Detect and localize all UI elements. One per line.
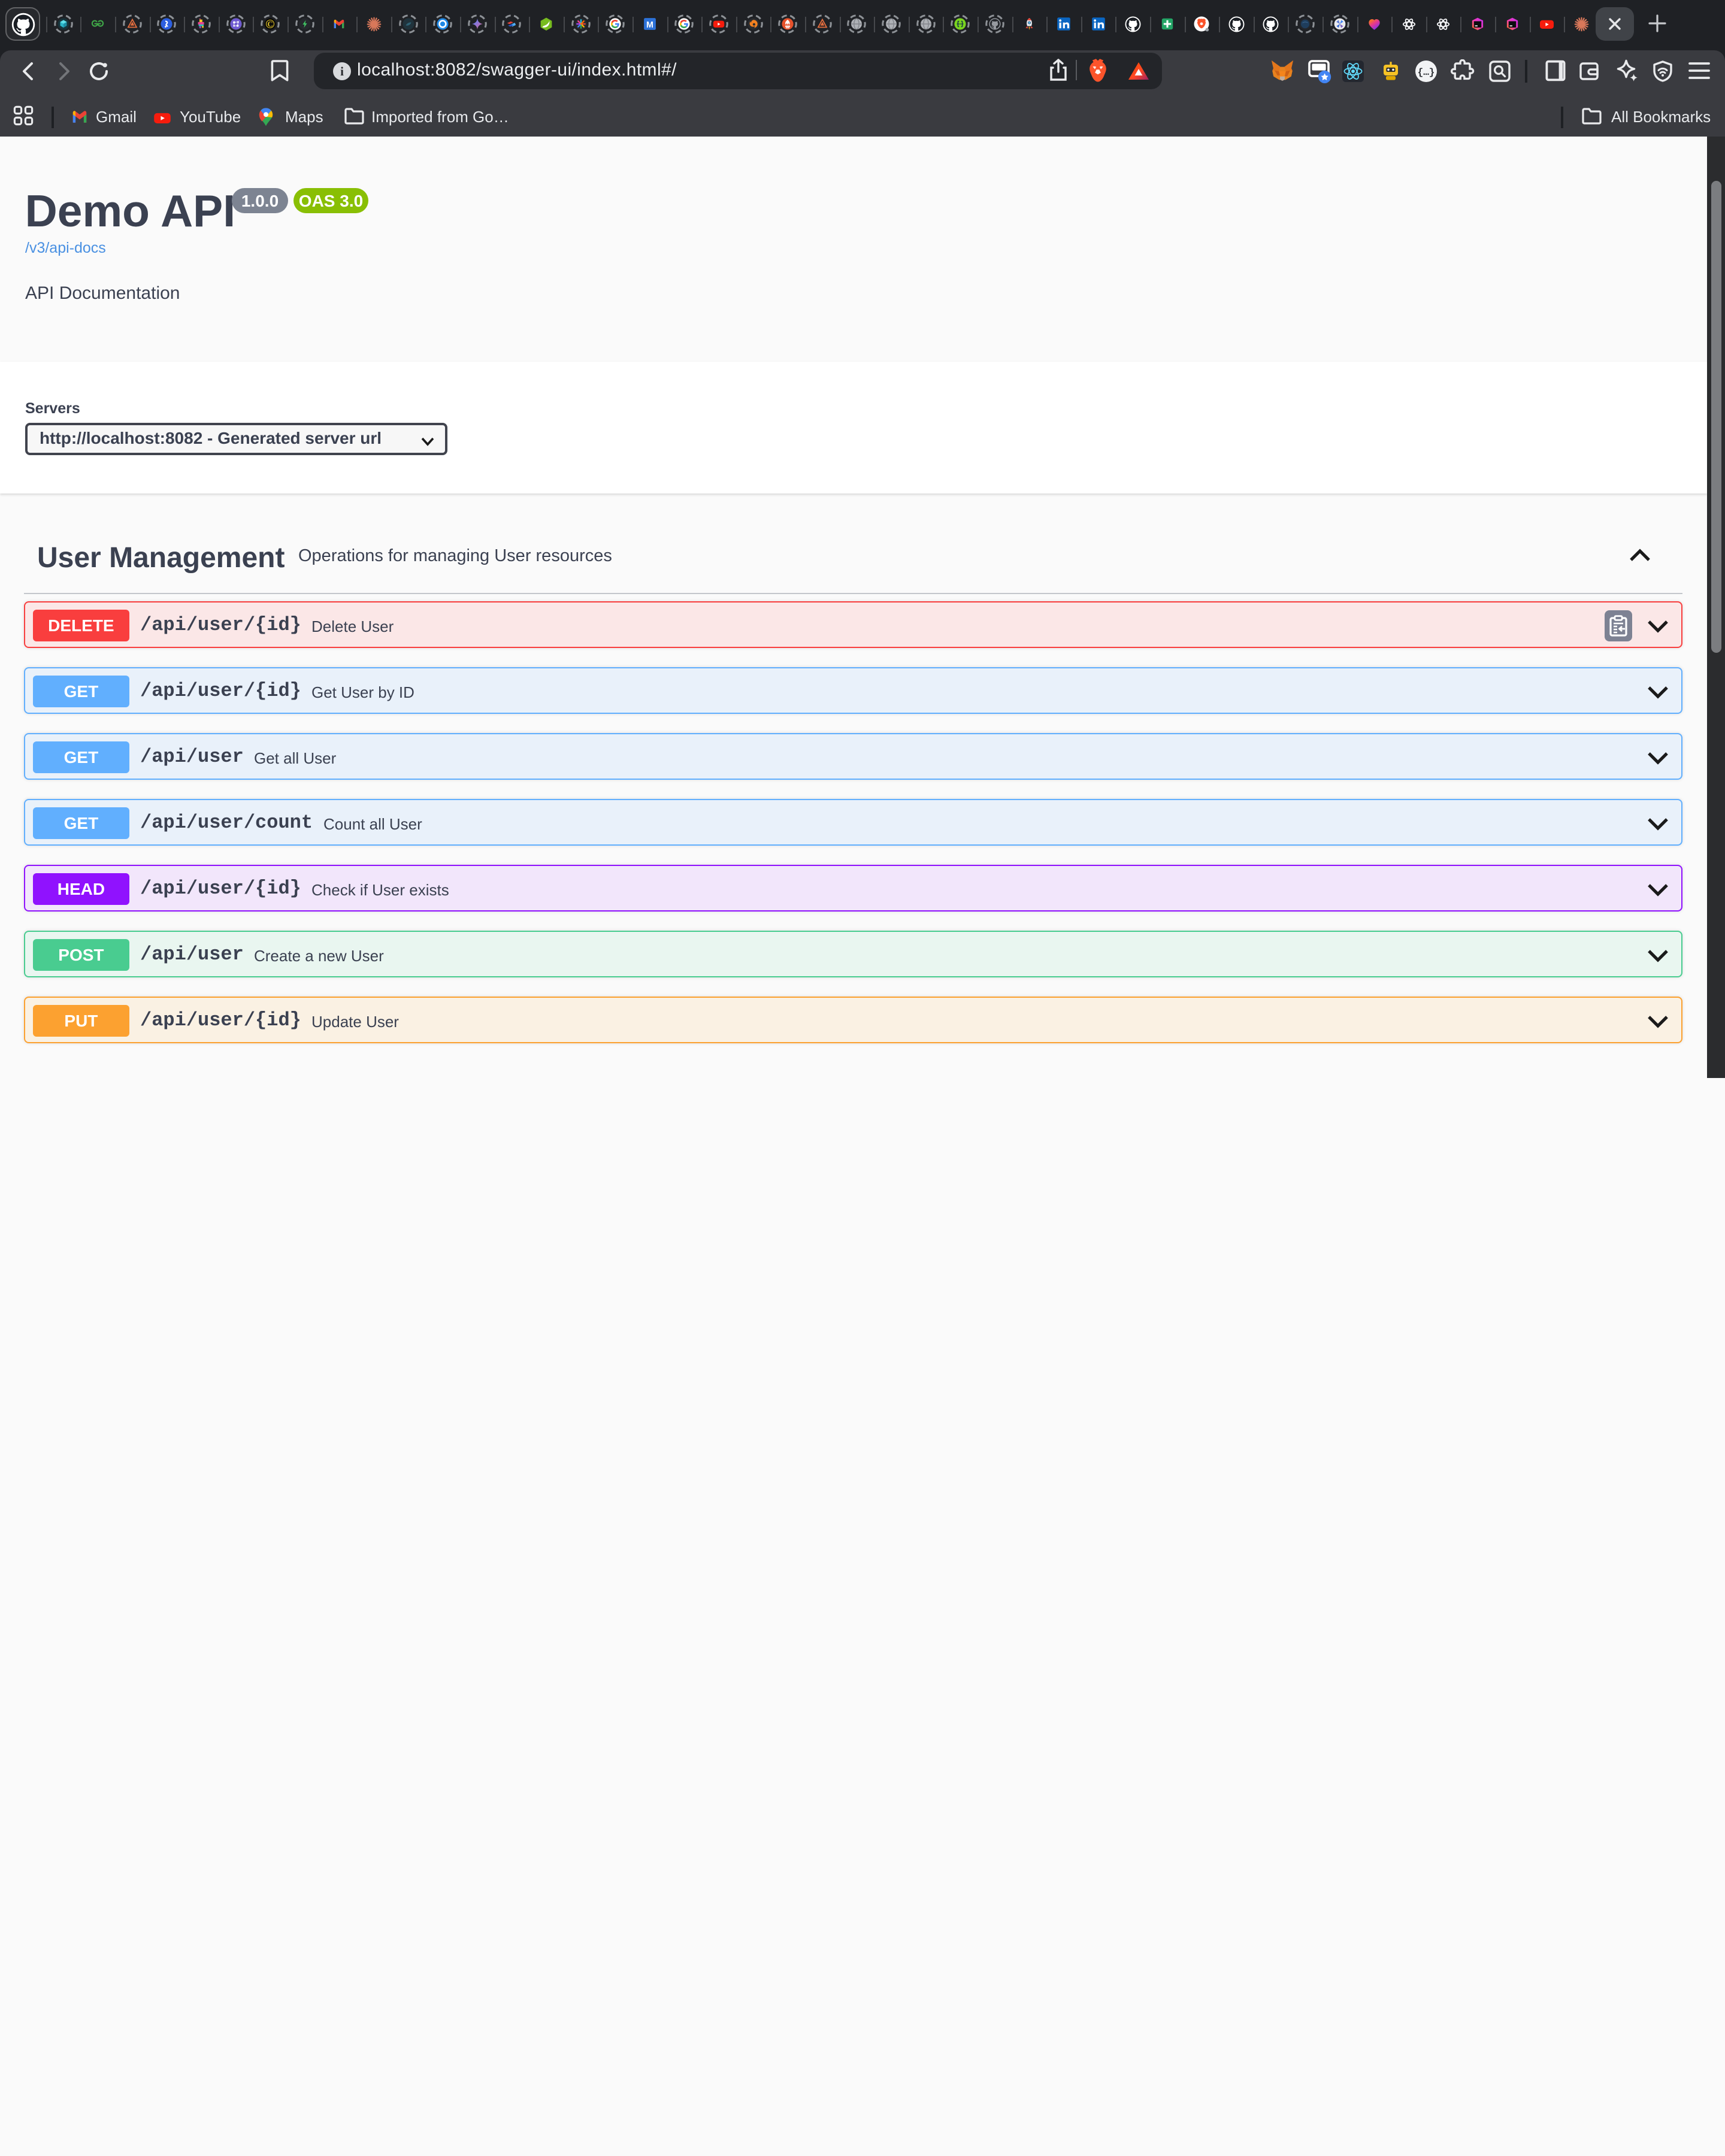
svg-text:{…}: {…} (1418, 67, 1435, 78)
svg-text:M: M (646, 20, 653, 30)
